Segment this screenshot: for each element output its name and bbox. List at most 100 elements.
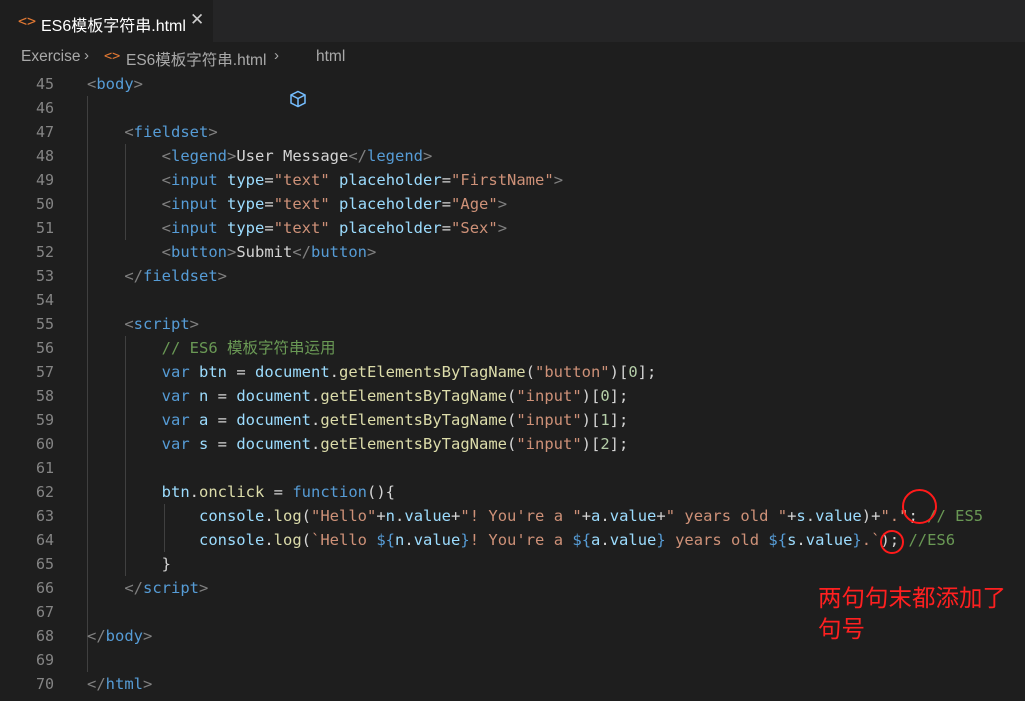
code-token: "Hello" — [311, 507, 377, 525]
code-token: . — [264, 531, 274, 549]
code-token: ${ — [376, 531, 395, 549]
code-token: </ — [87, 627, 106, 645]
code-token: placeholder — [339, 171, 442, 189]
code-token: . — [805, 507, 816, 525]
line-number: 70 — [35, 675, 54, 693]
code-token: "text" — [273, 171, 330, 189]
code-line[interactable]: 47 <fieldset> — [0, 120, 1025, 144]
editor-tab[interactable]: <> ES6模板字符串.html ✕ — [0, 0, 214, 42]
code-token: = — [208, 411, 237, 429]
code-token: = — [441, 219, 452, 237]
code-token: ${ — [572, 531, 592, 549]
code-line[interactable]: 45 <body> — [0, 72, 1025, 96]
breadcrumb-item-file[interactable]: ES6模板字符串.html — [126, 48, 266, 70]
code-token: ! You're a — [469, 531, 573, 549]
code-token: var — [161, 435, 190, 453]
code-line[interactable]: 49 <input type="text" placeholder="First… — [0, 168, 1025, 192]
code-token: button — [171, 243, 227, 261]
code-line[interactable]: 58 var n = document.getElementsByTagName… — [0, 384, 1025, 408]
code-token: btn — [199, 363, 227, 381]
code-token: document — [236, 411, 311, 429]
code-token: document — [236, 435, 311, 453]
code-line[interactable]: 65 } — [0, 552, 1025, 576]
code-token: > — [367, 243, 377, 261]
code-token: + — [451, 507, 461, 525]
code-line[interactable]: 50 <input type="text" placeholder="Age"> — [0, 192, 1025, 216]
code-token: > — [497, 195, 508, 213]
highlight-circle — [902, 489, 937, 524]
code-icon: <> — [18, 12, 37, 30]
code-line[interactable]: 60 var s = document.getElementsByTagName… — [0, 432, 1025, 456]
code-line[interactable]: 63 console.log("Hello"+n.value+"! You're… — [0, 504, 1025, 528]
code-token: 1 — [600, 411, 610, 429]
code-line[interactable]: 70 </html> — [0, 672, 1025, 696]
line-number: 45 — [35, 75, 54, 93]
line-number: 49 — [35, 171, 54, 189]
line-number: 59 — [35, 411, 54, 429]
line-number: 60 — [35, 435, 54, 453]
code-token: < — [161, 219, 171, 237]
code-text: </body> — [87, 624, 152, 648]
code-token: 0 — [628, 363, 638, 381]
code-line[interactable]: 54 — [0, 288, 1025, 312]
code-line[interactable]: 56 // ES6 模板字符串运用 — [0, 336, 1025, 360]
code-token: . — [329, 363, 339, 381]
code-token: > — [143, 675, 153, 693]
code-text: console.log("Hello"+n.value+"! You're a … — [87, 504, 983, 528]
tab-bar: <> ES6模板字符串.html ✕ — [0, 0, 1025, 42]
code-token: type — [227, 195, 265, 213]
code-token: legend — [367, 147, 423, 165]
code-token: = — [264, 219, 274, 237]
code-token: . — [311, 435, 321, 453]
code-token: = — [227, 363, 255, 381]
code-token: function — [292, 483, 367, 501]
line-number: 51 — [35, 219, 54, 237]
code-line[interactable]: 46 — [0, 96, 1025, 120]
code-line[interactable]: 48 <legend>User Message</legend> — [0, 144, 1025, 168]
code-text: <input type="text" placeholder="FirstNam… — [87, 168, 563, 192]
code-token: )[ — [581, 435, 601, 453]
code-line[interactable]: 52 <button>Submit</button> — [0, 240, 1025, 264]
breadcrumb: Exercise › <> ES6模板字符串.html › html — [0, 42, 1025, 108]
code-token: `Hello — [311, 531, 377, 549]
code-token: . — [189, 483, 199, 501]
code-line[interactable]: 61 — [0, 456, 1025, 480]
code-token: </ — [124, 267, 143, 285]
code-token: var — [161, 363, 190, 381]
code-line[interactable]: 57 var btn = document.getElementsByTagNa… — [0, 360, 1025, 384]
breadcrumb-item-html[interactable]: html — [316, 48, 345, 66]
code-token: = — [264, 483, 293, 501]
code-line[interactable]: 55 <script> — [0, 312, 1025, 336]
code-token: + — [376, 507, 386, 525]
code-token: input — [171, 219, 218, 237]
code-line[interactable]: 51 <input type="text" placeholder="Sex"> — [0, 216, 1025, 240]
code-token: document — [255, 363, 330, 381]
code-token: </ — [124, 579, 143, 597]
code-token: html — [105, 675, 143, 693]
code-text: var n = document.getElementsByTagName("i… — [87, 384, 629, 408]
code-text: <input type="text" placeholder="Age"> — [87, 192, 507, 216]
breadcrumb-item-exercise[interactable]: Exercise — [21, 48, 80, 66]
code-token: button — [311, 243, 368, 261]
code-text: console.log(`Hello ${n.value}! You're a … — [87, 528, 955, 552]
code-token: getElementsByTagName — [320, 411, 507, 429]
close-icon[interactable]: ✕ — [190, 10, 204, 30]
code-line[interactable]: 69 — [0, 648, 1025, 672]
code-line[interactable]: 62 btn.onclick = function(){ — [0, 480, 1025, 504]
code-line[interactable]: 64 console.log(`Hello ${n.value}! You're… — [0, 528, 1025, 552]
code-line[interactable]: 59 var a = document.getElementsByTagName… — [0, 408, 1025, 432]
code-token: getElementsByTagName — [339, 363, 526, 381]
code-line[interactable]: 53 </fieldset> — [0, 264, 1025, 288]
line-number: 55 — [35, 315, 54, 333]
code-token: = — [441, 195, 452, 213]
code-token: script — [143, 579, 199, 597]
code-token: )[ — [609, 363, 629, 381]
